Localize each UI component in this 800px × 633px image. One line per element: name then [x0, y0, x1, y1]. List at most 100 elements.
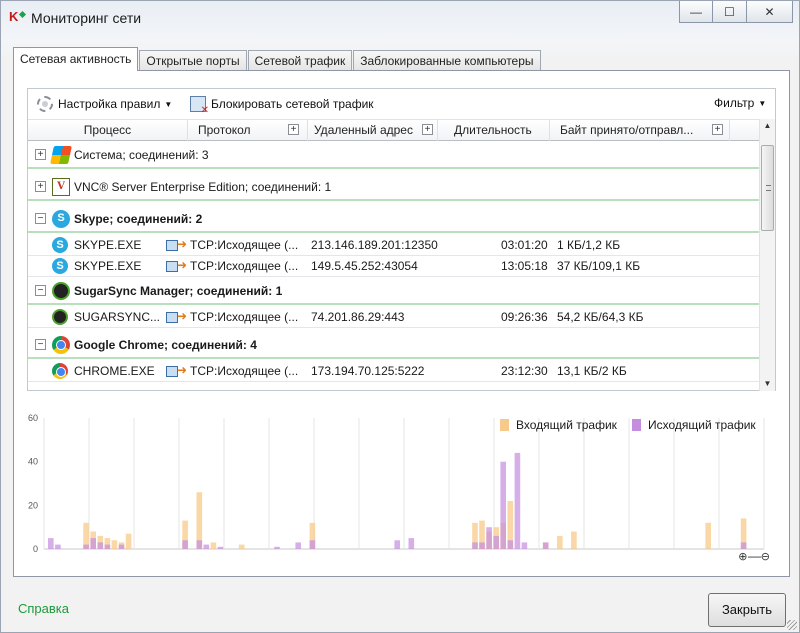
skype-icon: S	[52, 258, 68, 274]
table-row[interactable]: SUGARSYNC... TCP:Исходящее (... 74.201.8…	[28, 307, 760, 328]
filter-button[interactable]: Фильтр ▼	[714, 96, 766, 110]
column-bytes-label: Байт принято/отправл...	[560, 123, 694, 137]
outgoing-traffic-bar	[514, 452, 521, 549]
chart-zoom-control[interactable]: ⊕-----⊖	[738, 550, 770, 563]
tab-network-traffic[interactable]: Сетевой трафик	[247, 50, 353, 71]
resize-grip-icon[interactable]	[787, 620, 797, 630]
minimize-button[interactable]: —	[679, 1, 713, 23]
table-row[interactable]: S SKYPE.EXE TCP:Исходящее (... 213.146.1…	[28, 235, 760, 256]
process-cell: SKYPE.EXE	[74, 259, 142, 273]
incoming-traffic-bar	[557, 535, 563, 549]
outgoing-connection-icon	[166, 309, 188, 325]
connections-grid: Настройка правил ▼ Блокировать сетевой т…	[27, 88, 776, 391]
vertical-scrollbar[interactable]: ▲ ▼	[759, 119, 775, 391]
incoming-traffic-bar	[125, 533, 132, 549]
outgoing-traffic-bar	[493, 535, 499, 549]
outgoing-traffic-bar	[55, 544, 61, 549]
outgoing-traffic-bar	[309, 540, 316, 549]
tab-blocked-computers[interactable]: Заблокированные компьютеры	[353, 50, 541, 71]
rules-settings-button[interactable]: Настройка правил ▼	[37, 96, 172, 112]
bytes-cell: 13,1 КБ/2 КБ	[557, 364, 627, 378]
group-row-skype[interactable]: − S Skype; соединений: 2	[28, 205, 760, 233]
group-label: Skype; соединений: 2	[74, 212, 203, 226]
outgoing-traffic-bar	[295, 542, 301, 549]
windows-icon	[50, 146, 72, 164]
y-tick-label: 60	[28, 413, 38, 423]
outgoing-traffic-bar	[104, 544, 111, 549]
protocol-cell: TCP:Исходящее (...	[166, 258, 298, 274]
column-protocol[interactable]: Протокол +	[188, 120, 308, 141]
outgoing-traffic-bar	[83, 544, 89, 549]
outgoing-connection-icon	[166, 237, 188, 253]
table-row[interactable]: S SKYPE.EXE TCP:Исходящее (... 149.5.45.…	[28, 256, 760, 277]
outgoing-traffic-bar	[740, 542, 747, 549]
protocol-cell: TCP:Исходящее (...	[166, 237, 298, 253]
dropdown-caret-icon: ▼	[758, 98, 767, 108]
outgoing-traffic-bar	[542, 542, 549, 549]
duration-cell: 13:05:18	[501, 259, 548, 273]
expand-icon[interactable]: +	[35, 181, 46, 192]
column-expand-icon[interactable]: +	[712, 124, 723, 135]
protocol-text: TCP:Исходящее (...	[190, 364, 299, 378]
traffic-chart: 0 20 40 60 Входящий трафик Исходящий трафик…	[14, 406, 791, 566]
tab-strip: Сетевая активность Открытые порты Сетево…	[13, 47, 542, 71]
expand-icon[interactable]: +	[35, 149, 46, 160]
group-row-sugarsync[interactable]: − SugarSync Manager; соединений: 1	[28, 277, 760, 305]
group-label: VNC® Server Enterprise Edition; соединен…	[74, 180, 332, 194]
y-tick-label: 20	[28, 500, 38, 510]
process-cell: SUGARSYNC...	[74, 310, 161, 324]
y-tick-label: 0	[33, 544, 38, 554]
bytes-cell: 54,2 КБ/64,3 КБ	[557, 310, 644, 324]
collapse-icon[interactable]: −	[35, 339, 46, 350]
scroll-up-arrow-icon[interactable]: ▲	[760, 119, 775, 133]
column-duration-label: Длительность	[454, 123, 532, 137]
chrome-icon	[52, 363, 68, 379]
scrollbar-thumb[interactable]	[761, 145, 774, 231]
column-process[interactable]: Процесс	[28, 120, 188, 141]
column-expand-icon[interactable]: +	[288, 124, 299, 135]
incoming-traffic-bar	[210, 542, 217, 549]
column-duration[interactable]: Длительность	[438, 120, 550, 141]
bytes-cell: 1 КБ/1,2 КБ	[557, 238, 621, 252]
outgoing-connection-icon	[166, 363, 188, 379]
skype-icon: S	[52, 237, 68, 253]
close-window-button[interactable]: ✕	[747, 1, 793, 23]
protocol-cell: TCP:Исходящее (...	[166, 309, 298, 325]
bytes-cell: 37 КБ/109,1 КБ	[557, 259, 641, 273]
block-traffic-button[interactable]: Блокировать сетевой трафик	[190, 96, 374, 116]
grid-rows: + Система; соединений: 3 + V VNC® Server…	[28, 141, 760, 390]
maximize-button[interactable]: ☐	[713, 1, 747, 23]
outgoing-traffic-bar	[408, 538, 415, 549]
column-process-label: Процесс	[83, 123, 132, 137]
outgoing-traffic-bar	[196, 540, 203, 549]
column-expand-icon[interactable]: +	[422, 124, 433, 135]
outgoing-traffic-bar	[203, 544, 210, 549]
title-bar[interactable]: K Мониторинг сети — ☐ ✕	[1, 1, 799, 35]
outgoing-traffic-bar	[274, 546, 280, 549]
collapse-icon[interactable]: −	[35, 213, 46, 224]
column-remote-label: Удаленный адрес	[314, 123, 413, 137]
duration-cell: 23:12:30	[501, 364, 548, 378]
scroll-down-arrow-icon[interactable]: ▼	[760, 377, 775, 391]
dropdown-caret-icon: ▼	[164, 99, 173, 109]
vnc-icon: V	[52, 178, 70, 196]
group-row-system[interactable]: + Система; соединений: 3	[28, 141, 760, 169]
process-cell: CHROME.EXE	[74, 364, 155, 378]
close-button[interactable]: Закрыть	[708, 593, 786, 627]
column-remote-address[interactable]: Удаленный адрес +	[308, 120, 438, 141]
grid-toolbar: Настройка правил ▼ Блокировать сетевой т…	[28, 89, 775, 119]
group-label: SugarSync Manager; соединений: 1	[74, 284, 283, 298]
window-controls: — ☐ ✕	[679, 1, 793, 23]
group-row-chrome[interactable]: − Google Chrome; соединений: 4	[28, 331, 760, 359]
table-row[interactable]: CHROME.EXE TCP:Исходящее (... 173.194.70…	[28, 361, 760, 382]
column-bytes[interactable]: Байт принято/отправл... +	[550, 120, 730, 141]
tab-network-activity[interactable]: Сетевая активность	[13, 47, 139, 71]
collapse-icon[interactable]: −	[35, 285, 46, 296]
outgoing-traffic-bar	[48, 538, 54, 549]
incoming-traffic-bar	[705, 522, 711, 549]
legend-label: Исходящий трафик	[648, 418, 756, 432]
outgoing-traffic-bar	[472, 542, 478, 549]
tab-open-ports[interactable]: Открытые порты	[139, 50, 247, 71]
group-row-vnc[interactable]: + V VNC® Server Enterprise Edition; соед…	[28, 173, 760, 201]
help-link[interactable]: Справка	[18, 601, 69, 616]
